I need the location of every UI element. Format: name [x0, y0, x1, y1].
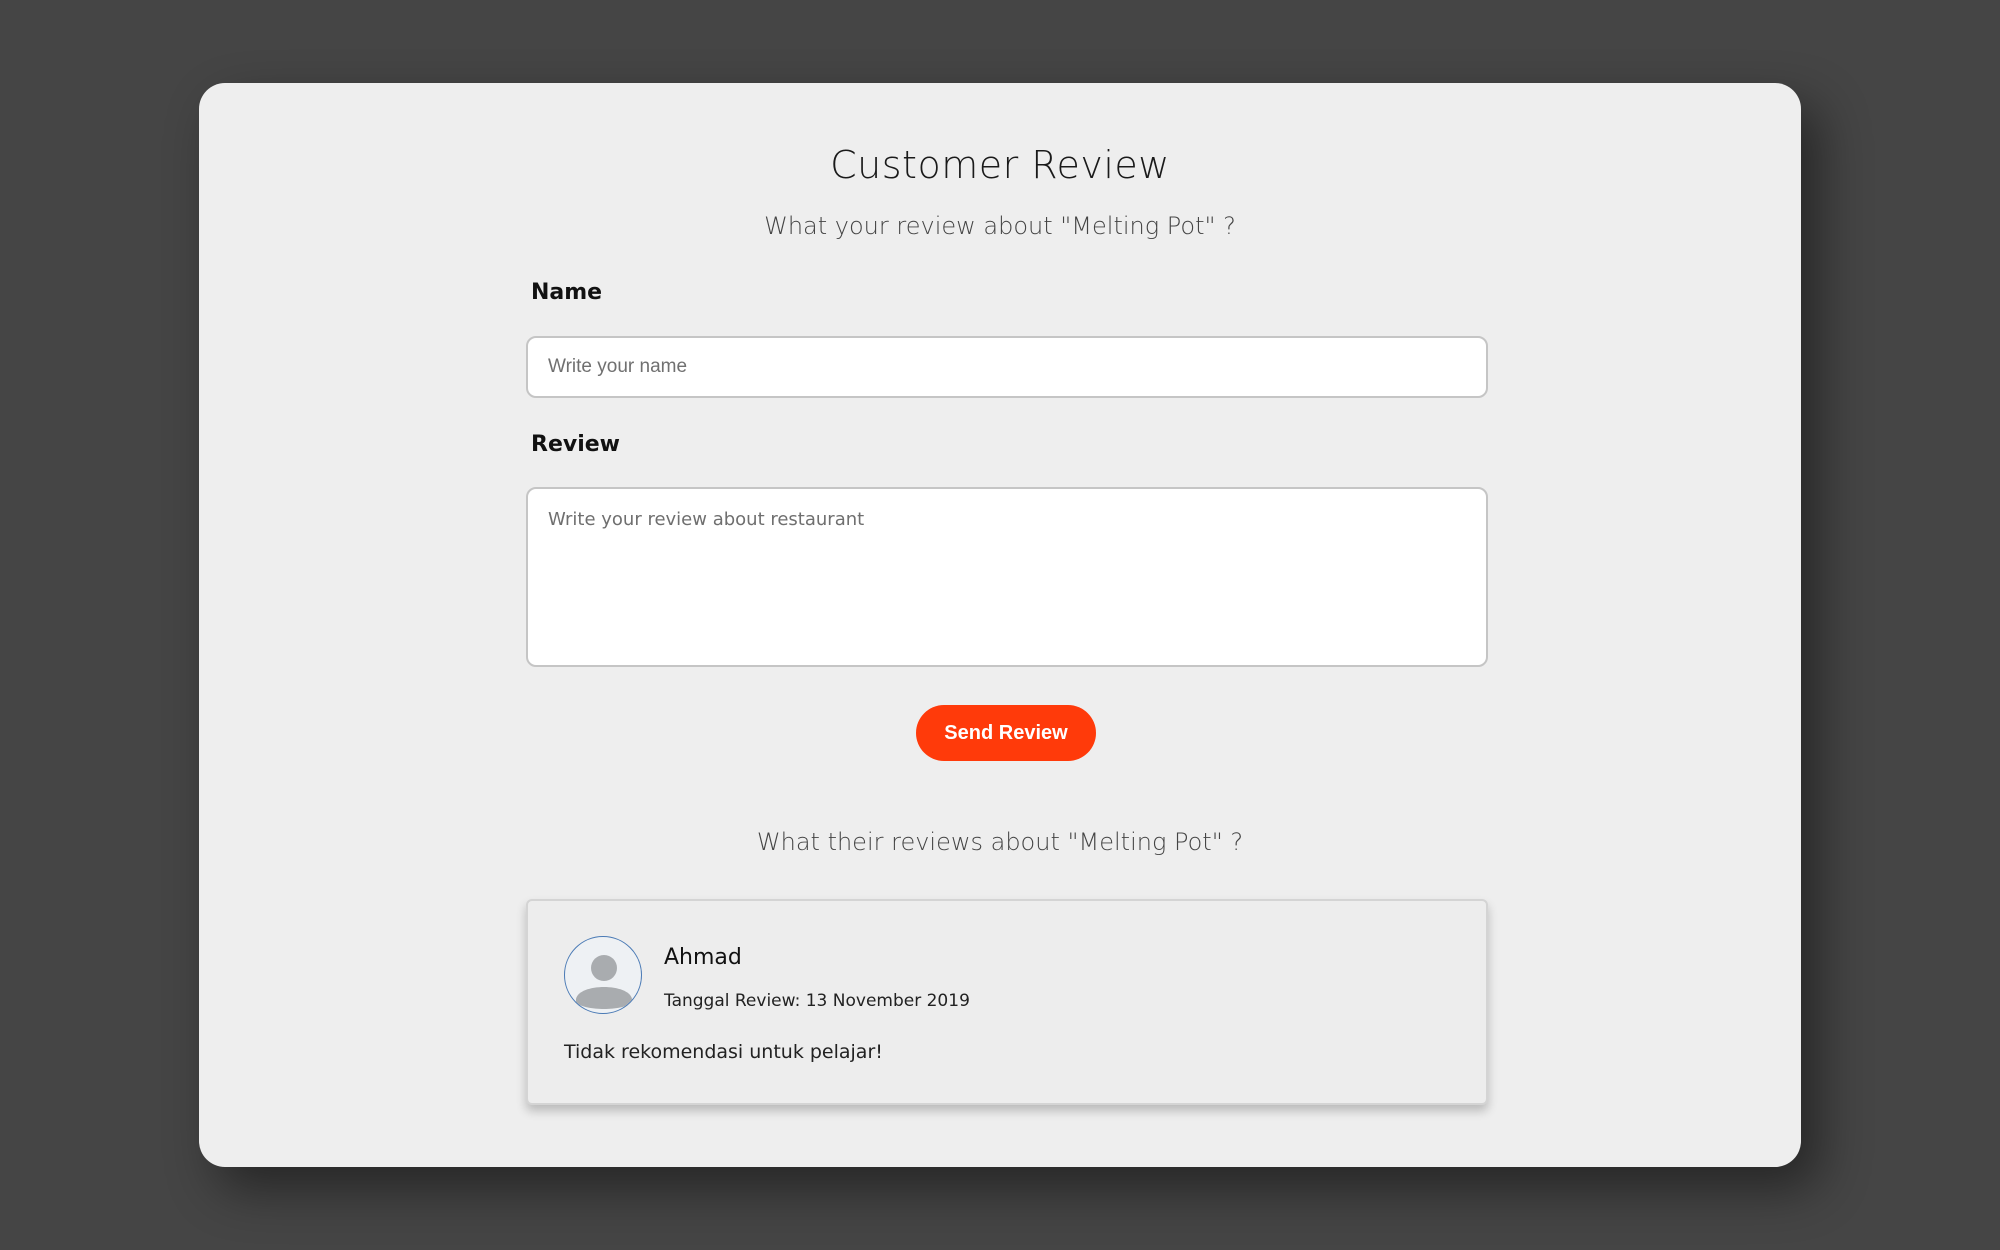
review-textarea[interactable]: [526, 487, 1488, 667]
review-card: Ahmad Tanggal Review: 13 November 2019 T…: [526, 899, 1488, 1105]
reviewer-name: Ahmad: [664, 945, 742, 970]
page-title: Customer Review: [830, 143, 1170, 187]
review-text: Tidak rekomendasi untuk pelajar!: [564, 1041, 883, 1063]
name-input[interactable]: [526, 336, 1488, 398]
form-subtitle: What your review about "Melting Pot" ?: [764, 212, 1236, 240]
review-panel: Customer Review What your review about "…: [199, 83, 1801, 1167]
review-label: Review: [531, 432, 620, 457]
user-avatar-icon: [564, 936, 642, 1014]
review-date: Tanggal Review: 13 November 2019: [664, 991, 970, 1011]
reviews-subtitle: What their reviews about "Melting Pot" ?: [756, 828, 1244, 856]
name-label: Name: [531, 280, 603, 305]
send-review-button[interactable]: Send Review: [916, 705, 1096, 761]
